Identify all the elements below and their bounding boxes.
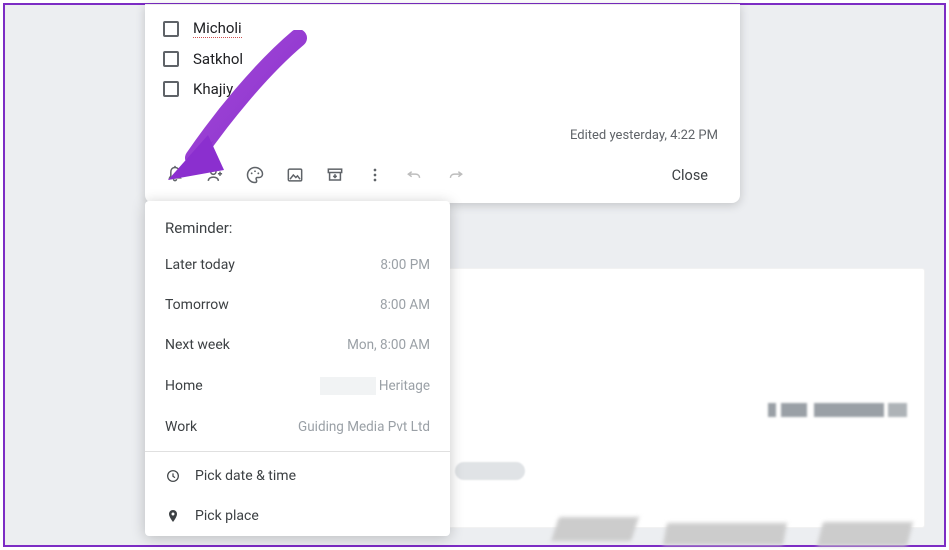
reminder-option-label: Work xyxy=(165,419,197,435)
checklist-item-label[interactable]: Satkhol xyxy=(193,50,243,68)
background-options-button[interactable] xyxy=(235,157,275,193)
archive-icon xyxy=(325,165,345,185)
reminder-option-value: Heritage xyxy=(320,377,430,395)
redo-button[interactable] xyxy=(435,157,475,193)
image-icon xyxy=(285,165,305,185)
more-vert-icon xyxy=(365,165,385,185)
reminder-option-value: 8:00 AM xyxy=(380,297,430,313)
checklist-item-label[interactable]: Micholi xyxy=(193,19,242,38)
bg-shadow xyxy=(663,523,787,545)
bg-pixel xyxy=(888,403,907,417)
pick-date-label: Pick date & time xyxy=(195,468,296,484)
collaborator-button[interactable] xyxy=(195,157,235,193)
reminder-option-label: Next week xyxy=(165,337,230,353)
checkbox-icon[interactable] xyxy=(163,51,179,67)
redo-icon xyxy=(445,165,465,185)
checklist-item[interactable]: Satkhol xyxy=(163,44,722,74)
checkbox-icon[interactable] xyxy=(163,21,179,37)
archive-button[interactable] xyxy=(315,157,355,193)
pick-place[interactable]: Pick place xyxy=(145,496,450,536)
pick-date-time[interactable]: Pick date & time xyxy=(145,456,450,496)
add-image-button[interactable] xyxy=(275,157,315,193)
reminder-option-label: Tomorrow xyxy=(165,297,229,313)
reminder-option-home[interactable]: Home Heritage xyxy=(145,365,450,407)
checklist-item-label[interactable]: Khajiy xyxy=(193,80,233,98)
bg-shadow xyxy=(817,522,913,546)
reminder-option-label: Home xyxy=(165,378,203,394)
pick-place-label: Pick place xyxy=(195,508,259,524)
bell-icon xyxy=(165,165,185,185)
more-button[interactable] xyxy=(355,157,395,193)
undo-icon xyxy=(405,165,425,185)
edited-timestamp: Edited yesterday, 4:22 PM xyxy=(145,104,740,149)
reminder-option-value: 8:00 PM xyxy=(380,257,430,273)
person-add-icon xyxy=(205,165,225,185)
checklist: Micholi Satkhol Khajiy xyxy=(145,5,740,104)
bg-pixel xyxy=(768,403,776,417)
reminder-title: Reminder: xyxy=(145,201,450,245)
reminder-option-later-today[interactable]: Later today 8:00 PM xyxy=(145,245,450,285)
bg-shadow xyxy=(551,517,639,541)
reminder-option-tomorrow[interactable]: Tomorrow 8:00 AM xyxy=(145,285,450,325)
bg-pixel xyxy=(814,403,884,417)
reminder-menu: Reminder: Later today 8:00 PM Tomorrow 8… xyxy=(145,201,450,536)
reminder-option-work[interactable]: Work Guiding Media Pvt Ltd xyxy=(145,407,450,447)
place-icon xyxy=(165,508,181,524)
note-toolbar: Close xyxy=(145,149,740,203)
bg-badge xyxy=(455,462,525,480)
reminder-option-next-week[interactable]: Next week Mon, 8:00 AM xyxy=(145,325,450,365)
bg-pixel xyxy=(781,403,807,417)
background-card xyxy=(445,268,925,528)
reminder-option-value: Guiding Media Pvt Ltd xyxy=(298,419,430,435)
note-card: Micholi Satkhol Khajiy Edited yesterday,… xyxy=(145,4,740,203)
close-button[interactable]: Close xyxy=(650,159,730,192)
reminder-option-label: Later today xyxy=(165,257,235,273)
reminder-option-value: Mon, 8:00 AM xyxy=(347,337,430,353)
undo-button[interactable] xyxy=(395,157,435,193)
clock-icon xyxy=(165,468,181,484)
redacted-text xyxy=(320,377,376,395)
palette-icon xyxy=(245,165,265,185)
checklist-item[interactable]: Micholi xyxy=(163,13,722,44)
checklist-item[interactable]: Khajiy xyxy=(163,74,722,104)
checkbox-icon[interactable] xyxy=(163,81,179,97)
remind-me-button[interactable] xyxy=(155,157,195,193)
divider xyxy=(145,451,450,452)
